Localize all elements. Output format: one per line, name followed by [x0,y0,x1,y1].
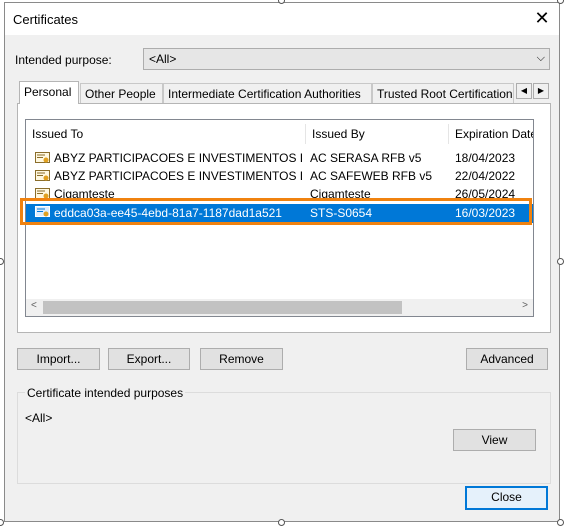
cell-expiration: 16/03/2023 [455,206,516,220]
certificate-list[interactable]: Issued To Issued By Expiration Date ABYZ… [25,119,534,317]
cell-issued-to: ABYZ PARTICIPACOES E INVESTIMENTOS L... [54,169,302,183]
table-row-selected[interactable]: eddca03a-ee45-4ebd-81a7-1187dad1a521 STS… [26,204,533,223]
remove-button[interactable]: Remove [200,348,283,370]
dialog-title: Certificates [13,12,79,27]
tab-strip: Personal Other People Intermediate Certi… [17,81,551,104]
export-button[interactable]: Export... [108,348,190,370]
certificate-icon [35,188,50,199]
title-bar: Certificates ✕ [5,3,559,35]
horizontal-scrollbar[interactable]: < > [26,299,533,316]
resize-handle-top-right[interactable] [557,0,564,4]
table-row[interactable]: ABYZ PARTICIPACOES E INVESTIMENTOS L... … [26,150,533,167]
tab-scroll-right-icon[interactable]: ▶ [533,83,549,99]
import-button[interactable]: Import... [17,348,100,370]
cell-issued-by: STS-S0654 [310,206,373,220]
view-button[interactable]: View [453,429,536,451]
resize-handle-right[interactable] [557,258,564,265]
intended-purposes-value: <All> [25,411,53,425]
column-header-issued-to[interactable]: Issued To [26,124,306,144]
column-header-issued-by[interactable]: Issued By [306,124,449,144]
certificate-icon [35,170,50,181]
scroll-left-icon[interactable]: < [31,300,37,311]
cell-issued-to: eddca03a-ee45-4ebd-81a7-1187dad1a521 [54,206,282,220]
scroll-right-icon[interactable]: > [522,300,528,311]
cell-expiration: 22/04/2022 [455,169,516,183]
table-row[interactable]: Cigamteste Cigamteste 26/05/2024 [26,186,533,203]
cell-expiration: 26/05/2024 [455,187,516,201]
cell-issued-to: Cigamteste [54,187,115,201]
cell-issued-by: AC SAFEWEB RFB v5 [310,169,433,183]
table-row[interactable]: ABYZ PARTICIPACOES E INVESTIMENTOS L... … [26,168,533,185]
intended-purpose-label: Intended purpose: [15,53,112,67]
tab-personal[interactable]: Personal [19,81,79,104]
cell-issued-by: Cigamteste [310,187,371,201]
cell-issued-to: ABYZ PARTICIPACOES E INVESTIMENTOS L... [54,151,302,165]
cell-issued-by: AC SERASA RFB v5 [310,151,422,165]
resize-handle-bottom-left[interactable] [0,519,4,526]
certificate-icon [35,206,50,217]
scrollbar-thumb[interactable] [43,301,402,314]
intended-purposes-label: Certificate intended purposes [25,386,186,400]
tab-other-people[interactable]: Other People [80,83,163,103]
resize-handle-bottom[interactable] [278,519,285,526]
close-icon[interactable]: ✕ [531,7,553,29]
intended-purpose-select[interactable]: <All> ⌵ [143,48,550,70]
intended-purpose-value: <All> [149,52,177,66]
tab-scroll-left-icon[interactable]: ◀ [516,83,532,99]
advanced-button[interactable]: Advanced [466,348,548,370]
tab-trusted-root[interactable]: Trusted Root Certification [372,83,514,103]
close-button[interactable]: Close [465,486,548,510]
tab-intermediate-ca[interactable]: Intermediate Certification Authorities [163,83,372,103]
column-header-expiration[interactable]: Expiration Date [449,124,533,144]
chevron-down-icon: ⌵ [536,52,545,64]
certificate-icon [35,152,50,163]
cell-expiration: 18/04/2023 [455,151,516,165]
resize-handle-bottom-right[interactable] [557,519,564,526]
